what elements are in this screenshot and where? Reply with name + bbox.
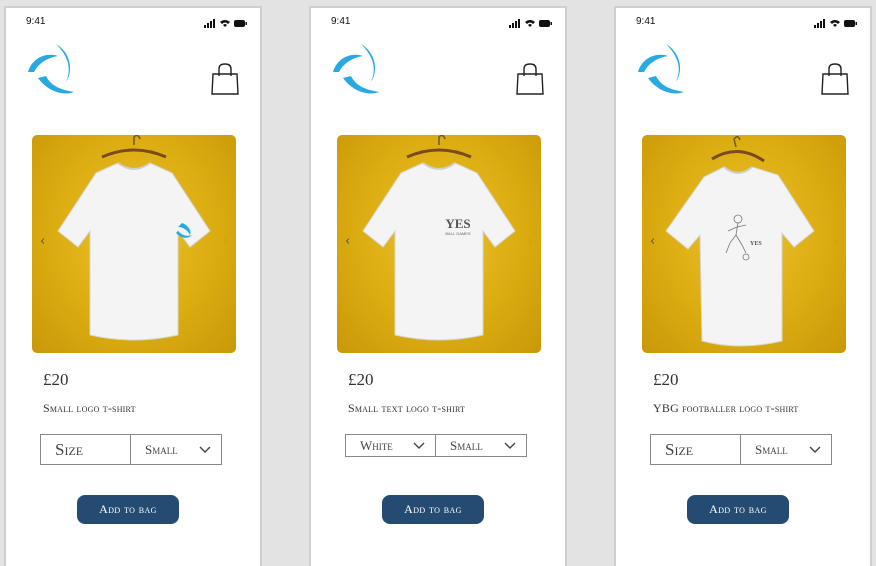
options-row: White Small [345,434,527,457]
tshirt-image: YES BALL GAMES [362,135,516,341]
size-label: Size [55,439,84,459]
swirl-logo-icon[interactable] [329,42,385,100]
shirt-print-text: YES [445,216,470,231]
product-screen-3: 9:41 YES ‹ › £20 YBG footballer logo t-s… [614,6,872,566]
chevron-left-icon[interactable]: ‹ [650,235,655,248]
colour-value: White [360,437,393,453]
product-price: £20 [43,370,69,389]
product-screen-1: 9:41 ‹ › £20 Small logo t-shirt Size Sma… [4,6,262,566]
status-icons [204,19,247,28]
colour-select[interactable]: White [345,434,436,457]
size-value: Small [145,441,178,457]
product-name: Small logo t-shirt [43,401,136,415]
chevron-left-icon[interactable]: ‹ [345,235,350,248]
chevron-right-icon[interactable]: › [833,235,838,248]
product-image-carousel[interactable]: ‹ › [32,135,236,353]
chevron-right-icon[interactable]: › [223,235,228,248]
shirt-print-text: YES [750,241,762,247]
chevron-left-icon[interactable]: ‹ [40,235,45,248]
swirl-logo-icon[interactable] [24,42,80,100]
swirl-logo-icon[interactable] [634,42,690,100]
add-to-bag-button[interactable]: Add to bag [77,495,179,524]
chevron-down-icon [809,446,821,453]
product-name: Small text logo t-shirt [348,401,466,415]
size-label-field[interactable]: Size [40,434,131,465]
shopping-bag-icon[interactable] [515,62,545,96]
size-value: Small [450,437,483,453]
chevron-right-icon[interactable]: › [528,235,533,248]
chevron-down-icon [199,446,211,453]
status-bar: 9:41 [26,16,248,30]
size-label-field[interactable]: Size [650,434,741,465]
status-icons [509,19,552,28]
size-select[interactable]: Small [741,434,832,465]
tshirt-image [57,135,211,341]
shopping-bag-icon[interactable] [820,62,850,96]
size-select[interactable]: Small [436,434,527,457]
chevron-down-icon [504,442,516,449]
product-name: YBG footballer logo t-shirt [653,401,799,415]
product-image-carousel[interactable]: YES BALL GAMES ‹ › [337,135,541,353]
tshirt-image: YES [665,136,815,347]
status-time: 9:41 [331,16,351,27]
chevron-down-icon [413,442,425,449]
shopping-bag-icon[interactable] [210,62,240,96]
status-bar: 9:41 [331,16,553,30]
size-select[interactable]: Small [131,434,222,465]
shirt-print-subtext: BALL GAMES [445,231,471,236]
status-icons [814,19,857,28]
add-to-bag-button[interactable]: Add to bag [382,495,484,524]
size-label: Size [665,439,694,459]
options-row: Size Small [650,434,832,465]
product-price: £20 [653,370,679,389]
add-to-bag-button[interactable]: Add to bag [687,495,789,524]
status-time: 9:41 [636,16,656,27]
status-bar: 9:41 [636,16,858,30]
product-image-carousel[interactable]: YES ‹ › [642,135,846,353]
size-value: Small [755,441,788,457]
product-screen-2: 9:41 YES BALL GAMES ‹ › £20 Small text l… [309,6,567,566]
product-price: £20 [348,370,374,389]
options-row: Size Small [40,434,222,465]
status-time: 9:41 [26,16,46,27]
